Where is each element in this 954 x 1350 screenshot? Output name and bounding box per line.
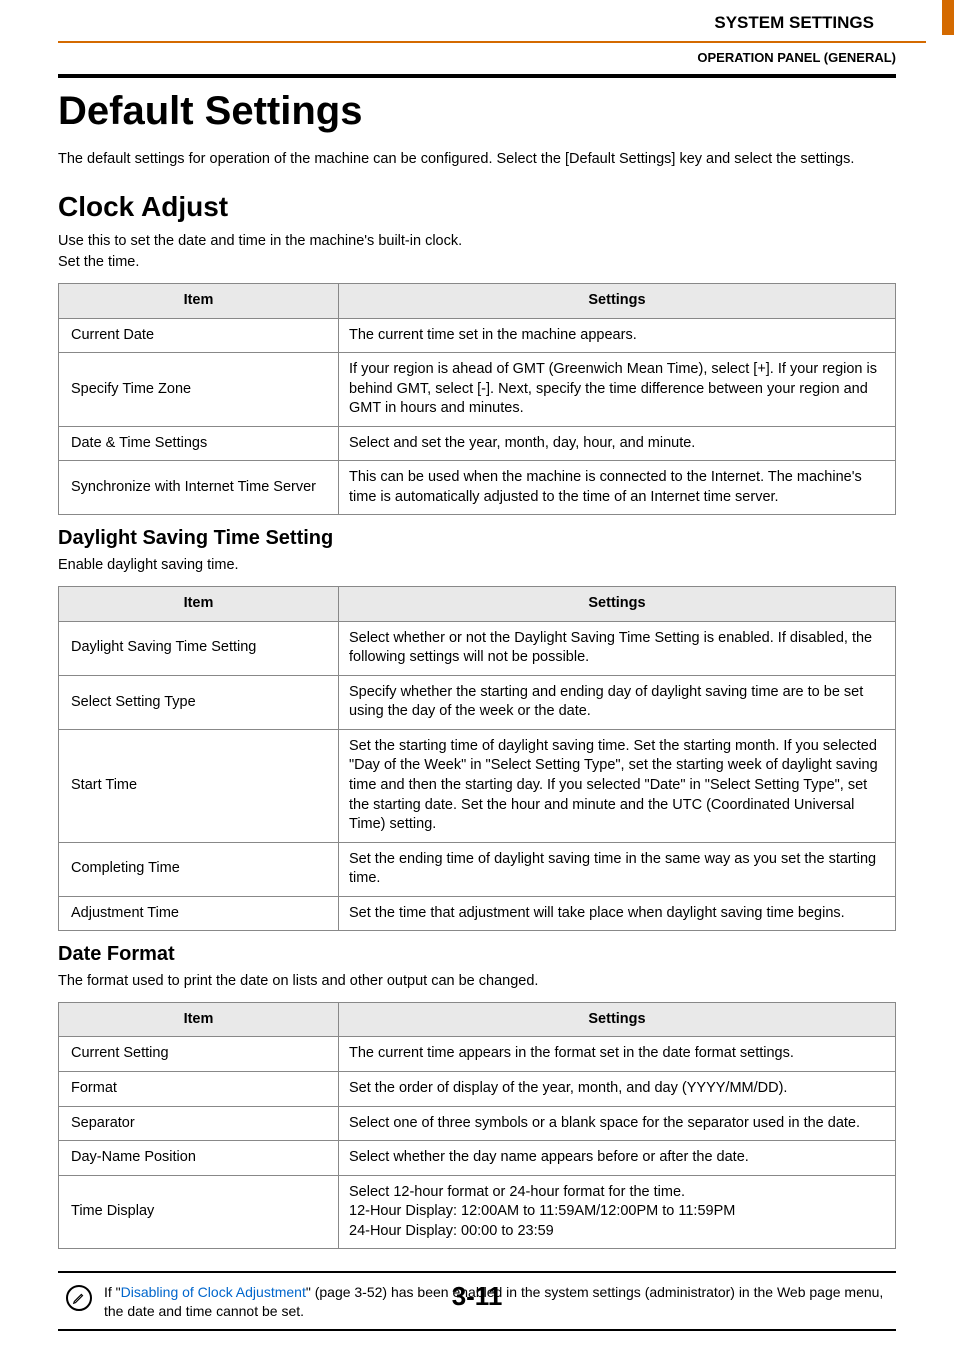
rule-heavy [58,74,896,78]
item-cell: Start Time [59,729,339,842]
settings-cell: Select one of three symbols or a blank s… [339,1106,896,1141]
clock-adjust-heading: Clock Adjust [58,188,896,226]
settings-cell: Select whether the day name appears befo… [339,1141,896,1176]
col-header-item: Item [59,283,339,318]
item-cell: Day-Name Position [59,1141,339,1176]
table-row: Time DisplaySelect 12-hour format or 24-… [59,1175,896,1249]
settings-cell: Select and set the year, month, day, hou… [339,426,896,461]
table-row: Day-Name PositionSelect whether the day … [59,1141,896,1176]
dateformat-desc: The format used to print the date on lis… [58,972,896,992]
table-row: Synchronize with Internet Time ServerThi… [59,461,896,515]
item-cell: Date & Time Settings [59,426,339,461]
item-cell: Select Setting Type [59,675,339,729]
intro-text: The default settings for operation of th… [58,150,896,170]
table-row: Specify Time ZoneIf your region is ahead… [59,353,896,427]
col-header-settings: Settings [339,283,896,318]
dst-heading: Daylight Saving Time Setting [58,525,896,552]
settings-cell: The current time appears in the format s… [339,1037,896,1072]
item-cell: Separator [59,1106,339,1141]
settings-cell: Select whether or not the Daylight Savin… [339,621,896,675]
page-number: 3-11 [0,1279,954,1314]
col-header-settings: Settings [339,587,896,622]
table-row: Date & Time SettingsSelect and set the y… [59,426,896,461]
dateformat-table: Item Settings Current SettingThe current… [58,1002,896,1250]
settings-cell: Set the order of display of the year, mo… [339,1072,896,1107]
clock-desc-2: Set the time. [58,253,896,273]
item-cell: Daylight Saving Time Setting [59,621,339,675]
settings-cell: Select 12-hour format or 24-hour format … [339,1175,896,1249]
col-header-settings: Settings [339,1002,896,1037]
dst-table: Item Settings Daylight Saving Time Setti… [58,586,896,931]
item-cell: Format [59,1072,339,1107]
item-cell: Completing Time [59,842,339,896]
item-cell: Current Date [59,318,339,353]
item-cell: Adjustment Time [59,896,339,931]
accent-bar [942,0,954,35]
chapter-heading: SYSTEM SETTINGS [58,12,914,35]
table-row: FormatSet the order of display of the ye… [59,1072,896,1107]
item-cell: Time Display [59,1175,339,1249]
item-cell: Current Setting [59,1037,339,1072]
settings-cell: If your region is ahead of GMT (Greenwic… [339,353,896,427]
settings-cell: This can be used when the machine is con… [339,461,896,515]
table-row: Current DateThe current time set in the … [59,318,896,353]
col-header-item: Item [59,587,339,622]
table-row: Select Setting TypeSpecify whether the s… [59,675,896,729]
item-cell: Specify Time Zone [59,353,339,427]
table-row: Daylight Saving Time SettingSelect wheth… [59,621,896,675]
breadcrumb: OPERATION PANEL (GENERAL) [0,43,954,67]
table-row: SeparatorSelect one of three symbols or … [59,1106,896,1141]
item-cell: Synchronize with Internet Time Server [59,461,339,515]
settings-cell: Set the ending time of daylight saving t… [339,842,896,896]
clock-desc-1: Use this to set the date and time in the… [58,232,896,252]
table-row: Start TimeSet the starting time of dayli… [59,729,896,842]
settings-cell: Specify whether the starting and ending … [339,675,896,729]
clock-table: Item Settings Current DateThe current ti… [58,283,896,516]
dst-desc: Enable daylight saving time. [58,556,896,576]
col-header-item: Item [59,1002,339,1037]
settings-cell: Set the starting time of daylight saving… [339,729,896,842]
table-row: Adjustment TimeSet the time that adjustm… [59,896,896,931]
table-row: Completing TimeSet the ending time of da… [59,842,896,896]
table-row: Current SettingThe current time appears … [59,1037,896,1072]
dateformat-heading: Date Format [58,941,896,968]
settings-cell: Set the time that adjustment will take p… [339,896,896,931]
page-title: Default Settings [58,84,896,138]
settings-cell: The current time set in the machine appe… [339,318,896,353]
